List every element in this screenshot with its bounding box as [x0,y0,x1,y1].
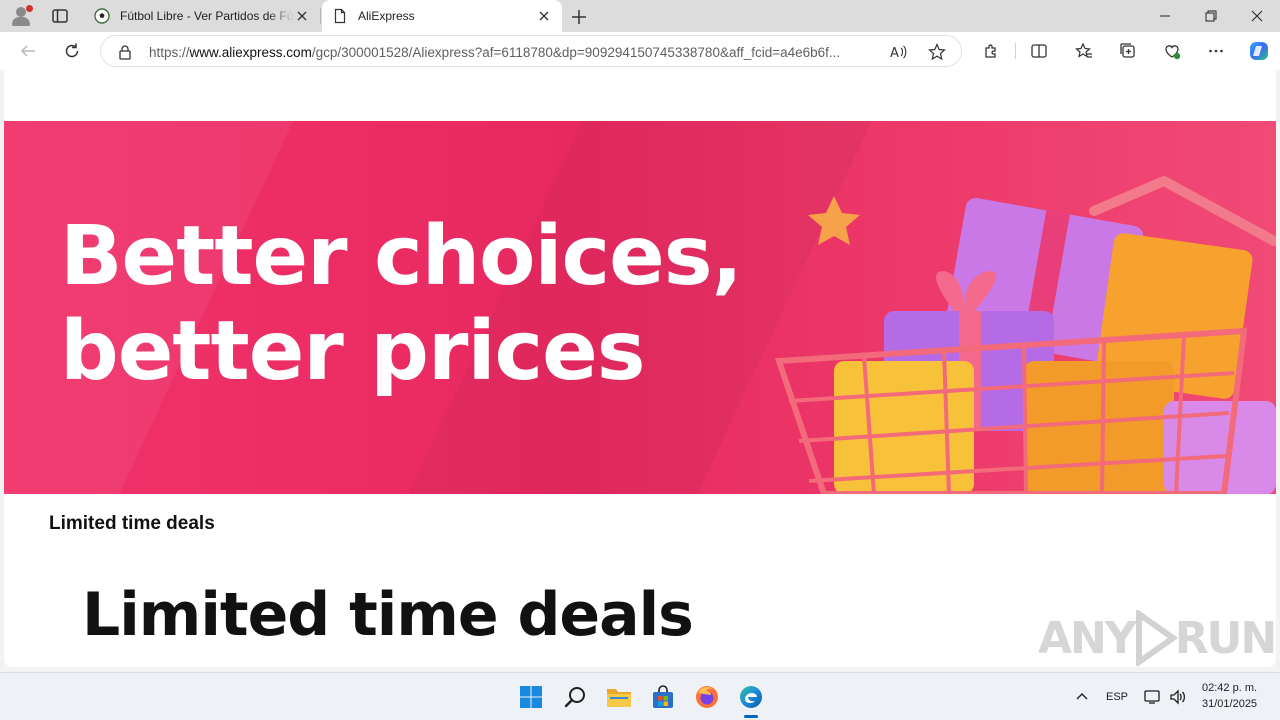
more-menu-icon[interactable] [1206,41,1226,61]
volume-icon[interactable] [1166,681,1190,713]
split-screen-icon[interactable] [1029,41,1049,61]
restore-icon[interactable] [1188,0,1234,32]
profile-avatar-icon[interactable] [8,4,34,28]
copilot-icon[interactable] [1247,39,1271,63]
banner-line-2: better prices [60,304,646,399]
page-viewport: Better choices, better prices Limited ti… [4,70,1276,667]
show-hidden-icons-chevron-icon[interactable] [1070,681,1094,713]
windows-start-icon[interactable] [515,681,547,713]
toolbar-separator [1015,43,1016,59]
clock-date[interactable]: 31/01/2025 [1202,698,1257,710]
close-tab-icon[interactable] [294,8,310,24]
refresh-icon[interactable] [62,41,82,61]
tab-actions-icon[interactable] [50,6,70,26]
tab-aliexpress[interactable]: AliExpress [322,0,562,32]
microsoft-store-icon[interactable] [647,681,679,713]
url-domain: www.aliexpress.com [189,45,312,60]
language-indicator[interactable]: ESP [1106,691,1128,703]
network-icon[interactable] [1142,681,1164,713]
tab-title: Fútbol Libre - Ver Partidos de Fútbol [120,9,294,23]
back-icon[interactable] [18,41,38,61]
extensions-icon[interactable] [981,41,1001,61]
play-logo-icon [1135,610,1178,666]
anyrun-watermark: ANY RUN [1038,610,1276,666]
svg-text:A: A [890,46,899,61]
collections-icon[interactable] [1118,41,1138,61]
page-icon [332,8,348,24]
new-tab-icon[interactable] [568,6,590,28]
section-title-large: Limited time deals [82,580,694,650]
read-aloud-icon[interactable]: A [889,43,907,66]
minimize-icon[interactable] [1142,0,1188,32]
tab-futbol-libre[interactable]: Fútbol Libre - Ver Partidos de Fútbol [84,0,320,32]
firefox-icon[interactable] [691,681,723,713]
url-scheme: https:// [149,45,190,60]
search-icon[interactable] [559,681,591,713]
url-path: /gcp/300001528/Aliexpress?af=6118780&dp=… [311,45,841,60]
soccer-ball-icon [94,8,110,24]
lock-icon[interactable] [118,44,132,65]
close-window-icon[interactable] [1234,0,1280,32]
close-tab-icon[interactable] [536,8,552,24]
clock-time[interactable]: 02:42 p. m. [1202,682,1257,694]
active-app-indicator [744,715,758,718]
favorites-icon[interactable] [1074,41,1094,61]
windows-taskbar: ESP 02:42 p. m. 31/01/2025 [0,672,1280,720]
edge-icon[interactable] [735,681,767,713]
favorite-star-icon[interactable] [928,43,946,66]
tab-strip: Fútbol Libre - Ver Partidos de Fútbol Al… [0,0,1280,32]
browser-essentials-icon[interactable] [1162,41,1182,61]
banner-headline: Better choices, better prices [60,209,743,399]
url-text[interactable]: https://www.aliexpress.com/gcp/300001528… [149,45,889,60]
shopping-cart-gifts-illustration [774,175,1276,494]
tab-title: AliExpress [358,9,415,23]
section-title-small: Limited time deals [49,513,215,534]
file-explorer-icon[interactable] [603,681,635,713]
tab-separator [320,8,321,24]
address-bar[interactable]: https://www.aliexpress.com/gcp/300001528… [100,35,962,67]
promo-banner[interactable]: Better choices, better prices [4,121,1276,494]
banner-line-1: Better choices, [60,209,743,304]
browser-toolbar: https://www.aliexpress.com/gcp/300001528… [0,32,1280,70]
